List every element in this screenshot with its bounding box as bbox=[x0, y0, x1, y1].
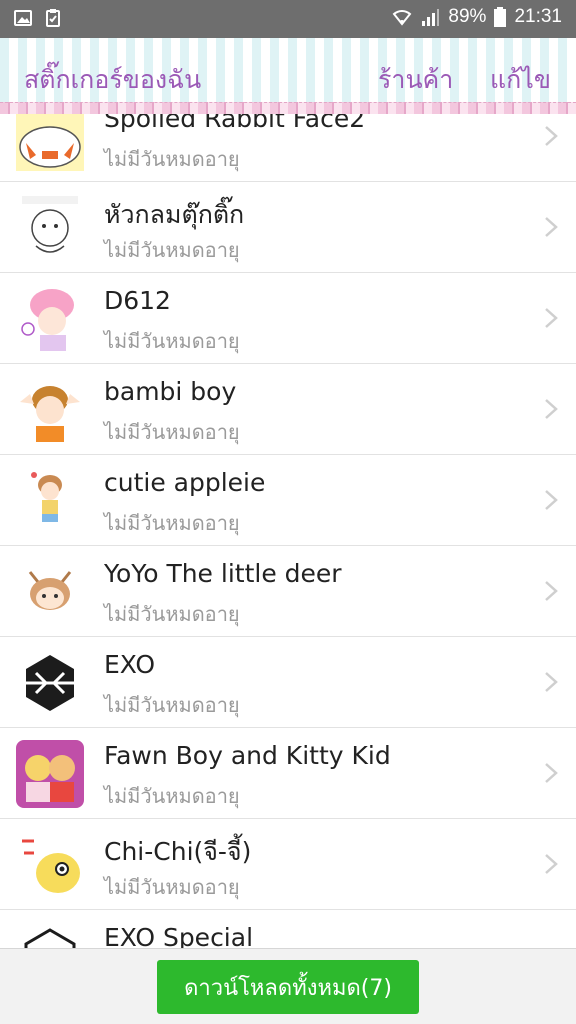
gallery-notification-icon bbox=[14, 10, 32, 26]
chevron-right-icon bbox=[545, 308, 558, 328]
list-item[interactable]: cutie appleie ไม่มีวันหมดอายุ bbox=[0, 455, 576, 546]
list-item[interactable]: Fawn Boy and Kitty Kid ไม่มีวันหมดอายุ bbox=[0, 728, 576, 819]
sticker-expiry: ไม่มีวันหมดอายุ bbox=[104, 511, 240, 535]
chevron-right-icon bbox=[545, 126, 558, 146]
list-item[interactable]: EXO Special bbox=[0, 910, 576, 948]
cutie-girl-sticker-icon bbox=[31, 472, 62, 522]
round-head-sticker-icon bbox=[22, 196, 78, 253]
bambi-boy-sticker-icon bbox=[20, 386, 80, 442]
sticker-name: หัวกลมตุ๊กติ๊ก bbox=[104, 200, 245, 229]
pink-hair-sticker-icon bbox=[21, 289, 74, 351]
list-item[interactable]: EXO ไม่มีวันหมดอายุ bbox=[0, 637, 576, 728]
deer-sticker-icon bbox=[28, 571, 72, 610]
chevron-right-icon bbox=[545, 581, 558, 601]
chevron-right-icon bbox=[545, 672, 558, 692]
status-notifications bbox=[14, 9, 62, 27]
clipboard-notification-icon bbox=[46, 9, 60, 27]
chick-sticker-icon bbox=[22, 839, 80, 893]
sticker-expiry: ไม่มีวันหมดอายุ bbox=[104, 602, 240, 626]
exo-special-logo-icon bbox=[24, 928, 76, 948]
signal-icon bbox=[422, 9, 440, 26]
page-title: สติ๊กเกอร์ของฉัน bbox=[24, 65, 202, 94]
clock: 21:31 bbox=[514, 6, 562, 27]
sticker-expiry: ไม่มีวันหมดอายุ bbox=[104, 420, 240, 444]
sticker-name: cutie appleie bbox=[104, 468, 266, 497]
list-item[interactable]: YoYo The little deer ไม่มีวันหมดอายุ bbox=[0, 546, 576, 637]
status-indicators: 89% 21:31 bbox=[392, 6, 562, 28]
shop-button[interactable]: ร้านค้า bbox=[378, 60, 453, 100]
battery-icon bbox=[494, 7, 507, 27]
sticker-expiry: ไม่มีวันหมดอายุ bbox=[104, 784, 240, 808]
rabbit-sticker-icon bbox=[16, 114, 84, 171]
list-item[interactable]: bambi boy ไม่มีวันหมดอายุ bbox=[0, 364, 576, 455]
bottom-bar: ดาวน์โหลดทั้งหมด(7) bbox=[0, 948, 576, 1024]
sticker-name: Fawn Boy and Kitty Kid bbox=[104, 741, 391, 770]
sticker-name: Chi-Chi(จี-จี้) bbox=[104, 837, 252, 866]
battery-percent: 89% bbox=[448, 6, 487, 27]
sticker-name: Spoiled Rabbit Face2 bbox=[104, 114, 366, 133]
chevron-right-icon bbox=[545, 490, 558, 510]
download-all-button[interactable]: ดาวน์โหลดทั้งหมด(7) bbox=[157, 960, 419, 1014]
sticker-expiry: ไม่มีวันหมดอายุ bbox=[104, 238, 240, 262]
status-bar: 89% 21:31 bbox=[0, 0, 576, 38]
edit-button[interactable]: แก้ไข bbox=[490, 60, 551, 100]
sticker-expiry: ไม่มีวันหมดอายุ bbox=[104, 693, 240, 717]
chevron-right-icon bbox=[545, 763, 558, 783]
list-item[interactable]: Spoiled Rabbit Face2 ไม่มีวันหมดอายุ bbox=[0, 114, 576, 182]
sticker-name: YoYo The little deer bbox=[104, 559, 342, 588]
exo-logo-icon bbox=[26, 655, 74, 711]
app-header: สติ๊กเกอร์ของฉัน ร้านค้า แก้ไข bbox=[0, 38, 576, 114]
chevron-right-icon bbox=[545, 854, 558, 874]
list-item[interactable]: D612 ไม่มีวันหมดอายุ bbox=[0, 273, 576, 364]
fawn-kitty-sticker-icon bbox=[16, 740, 84, 808]
lace-border-decoration bbox=[0, 102, 576, 114]
chevron-right-icon bbox=[545, 217, 558, 237]
sticker-expiry: ไม่มีวันหมดอายุ bbox=[104, 147, 240, 171]
sticker-name: D612 bbox=[104, 286, 171, 315]
sticker-list[interactable]: Spoiled Rabbit Face2 ไม่มีวันหมดอายุ หัว… bbox=[0, 114, 576, 948]
sticker-name: EXO bbox=[104, 650, 156, 679]
wifi-icon bbox=[393, 10, 412, 26]
list-item[interactable]: Chi-Chi(จี-จี้) ไม่มีวันหมดอายุ bbox=[0, 819, 576, 910]
sticker-expiry: ไม่มีวันหมดอายุ bbox=[104, 329, 240, 353]
chevron-right-icon bbox=[545, 399, 558, 419]
list-item[interactable]: หัวกลมตุ๊กติ๊ก ไม่มีวันหมดอายุ bbox=[0, 182, 576, 273]
sticker-expiry: ไม่มีวันหมดอายุ bbox=[104, 875, 240, 899]
sticker-name: EXO Special bbox=[104, 923, 254, 948]
sticker-name: bambi boy bbox=[104, 377, 237, 406]
